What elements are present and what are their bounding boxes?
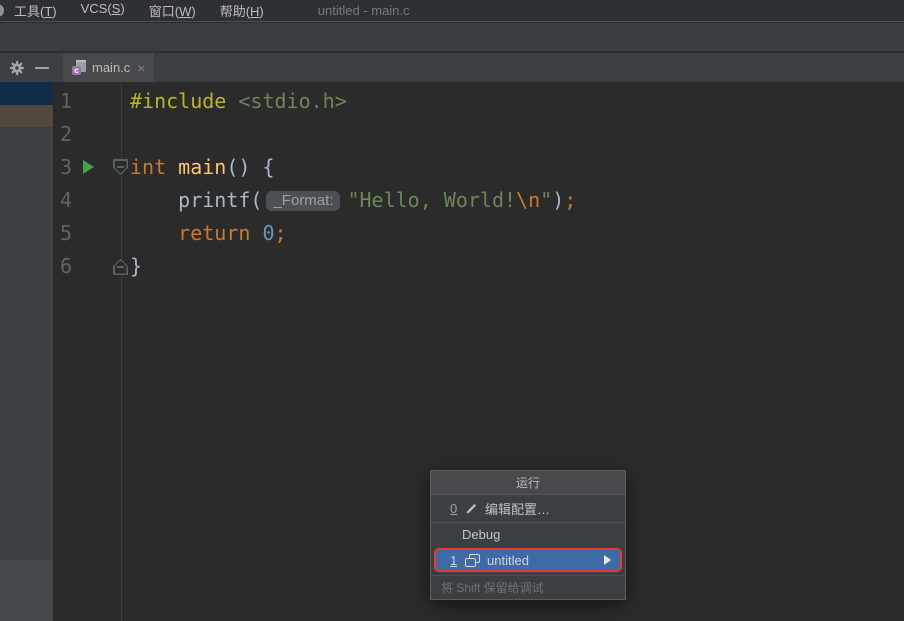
- code-segment: [130, 221, 178, 245]
- untitled-mnemonic: 1: [450, 553, 463, 568]
- code-segment: 0: [262, 221, 274, 245]
- code-lines: 1 #include <stdio.h> 2 3 int main() { 4 print…: [57, 85, 904, 283]
- code-line: 6}: [57, 250, 904, 283]
- code-text: #include <stdio.h>: [130, 89, 347, 113]
- untitled-label: untitled: [487, 553, 529, 568]
- line-number: 5: [60, 221, 72, 245]
- run-popup: 运行 0 编辑配置… Debug 1 untitled 将 Shift 保留给调…: [430, 470, 626, 600]
- menu-bar-items: 工具(T) VCS(S) 窗口(W) 帮助(H): [14, 1, 288, 20]
- fold-icon[interactable]: [113, 159, 128, 175]
- left-panel-bottom-block: [0, 560, 53, 621]
- code-segment: }: [130, 254, 142, 278]
- menu-item-h[interactable]: 帮助(H): [220, 1, 275, 20]
- popup-footer-hint: 将 Shift 保留给调试: [431, 575, 625, 599]
- menu-bar: 工具(T) VCS(S) 窗口(W) 帮助(H) untitled - main.c: [0, 0, 904, 22]
- left-panel-blue-block: [0, 82, 53, 105]
- tab-main-c[interactable]: c main.c ×: [63, 53, 154, 82]
- edit-configurations-item[interactable]: 0 编辑配置…: [431, 495, 625, 522]
- code-segment: main: [178, 155, 226, 179]
- code-segment: ;: [564, 188, 576, 212]
- debug-section: Debug: [431, 523, 625, 545]
- cutoff-menu-icon: [0, 4, 4, 17]
- code-text: }: [130, 254, 142, 278]
- code-segment: <stdio.h>: [238, 89, 346, 113]
- code-text: int main() {: [130, 155, 275, 179]
- gear-icon[interactable]: [8, 59, 26, 77]
- line-number: 4: [60, 188, 72, 212]
- run-popup-title: 运行: [431, 471, 625, 495]
- line-number: 6: [60, 254, 72, 278]
- left-panel: [0, 82, 55, 621]
- line-number: 1: [60, 89, 72, 113]
- code-segment: ): [552, 188, 564, 212]
- left-panel-brown-block: [0, 105, 53, 127]
- app-window-icon: [465, 554, 480, 567]
- line-number: 2: [60, 122, 72, 146]
- code-segment: int: [130, 155, 178, 179]
- toolbar-strip: [0, 23, 904, 52]
- code-text: return 0;: [130, 221, 287, 245]
- menu-item-t[interactable]: 工具(T): [14, 1, 68, 20]
- code-segment: ": [540, 188, 552, 212]
- parameter-hint: _Format:: [266, 191, 340, 211]
- code-segment: "Hello, World!: [347, 188, 516, 212]
- window-title: untitled - main.c: [318, 3, 410, 18]
- code-line: 3 int main() {: [57, 151, 904, 184]
- code-line: 4 printf(_Format: "Hello, World!\n");: [57, 184, 904, 217]
- code-segment: #include: [130, 89, 238, 113]
- code-line: 1 #include <stdio.h>: [57, 85, 904, 118]
- code-segment: return: [178, 221, 262, 245]
- code-line: 5 return 0;: [57, 217, 904, 250]
- code-line: 2: [57, 118, 904, 151]
- code-segment: printf(: [130, 188, 262, 212]
- code-segment: ;: [275, 221, 287, 245]
- code-text: printf(_Format: "Hello, World!\n");: [130, 188, 576, 212]
- c-file-icon: c: [72, 60, 86, 75]
- run-config-untitled-item[interactable]: 1 untitled: [434, 548, 622, 572]
- fold-icon[interactable]: [113, 259, 128, 275]
- minimize-icon[interactable]: [35, 67, 49, 69]
- tab-close-icon[interactable]: ×: [137, 61, 145, 75]
- debug-section-label: Debug: [462, 527, 500, 542]
- edit-config-label: 编辑配置…: [485, 499, 550, 518]
- edit-config-mnemonic: 0: [450, 501, 463, 516]
- tab-label: main.c: [92, 60, 130, 75]
- submenu-arrow-icon[interactable]: [604, 555, 611, 565]
- line-number: 3: [60, 155, 72, 179]
- run-line-icon[interactable]: [83, 160, 94, 174]
- code-segment: \n: [516, 188, 540, 212]
- menu-item-w[interactable]: 窗口(W): [149, 1, 207, 20]
- editor-tab-bar: c main.c ×: [0, 53, 904, 82]
- pencil-icon: [465, 502, 478, 515]
- ide-window: 工具(T)VCS(S)窗口(W)帮助(H) untitled - main.c …: [0, 0, 904, 621]
- code-segment: () {: [226, 155, 274, 179]
- menu-item-s[interactable]: VCS(S): [81, 1, 136, 20]
